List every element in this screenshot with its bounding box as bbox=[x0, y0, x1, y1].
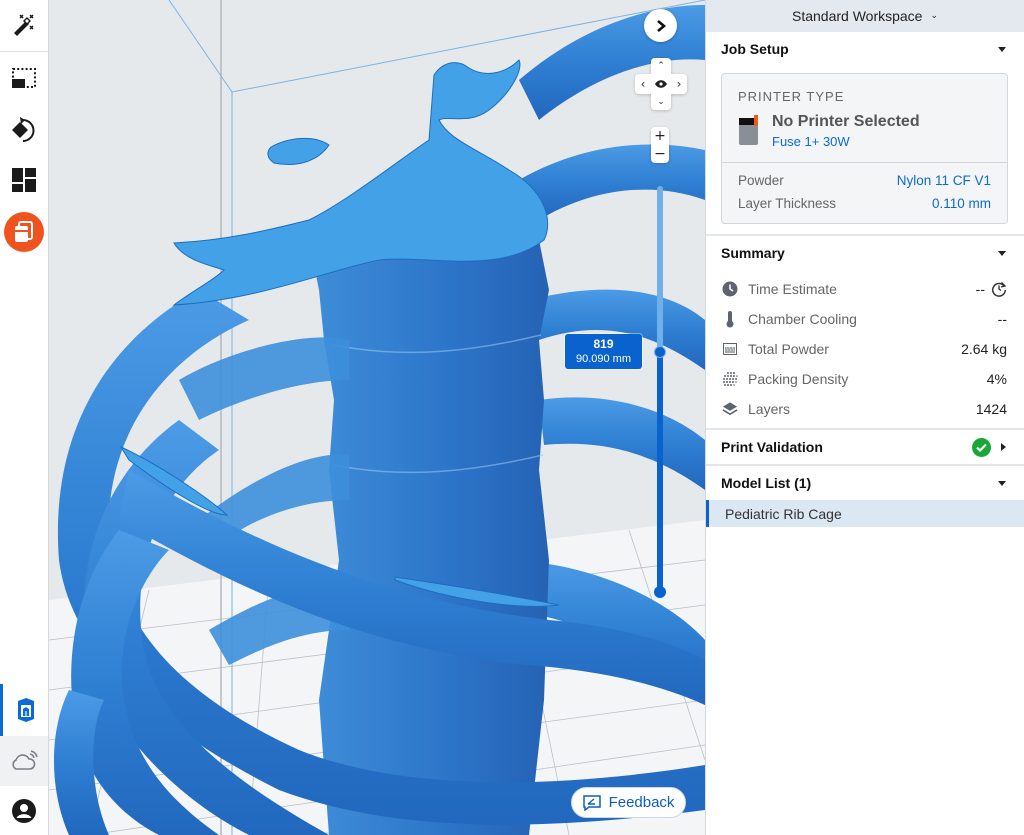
print-validation-title: Print Validation bbox=[721, 439, 823, 455]
caret-down-icon bbox=[998, 46, 1006, 52]
summary-row-packing-density: Packing Density 4% bbox=[706, 364, 1024, 394]
model-name: Pediatric Rib Cage bbox=[725, 505, 842, 522]
printer-type-label: PRINTER TYPE bbox=[738, 89, 845, 104]
layer-slider[interactable] bbox=[654, 186, 666, 600]
model-list-title: Model List (1) bbox=[721, 475, 812, 491]
powder-label: Powder bbox=[738, 173, 784, 188]
powder-row: Powder Nylon 11 CF V1 bbox=[738, 169, 991, 192]
layer-height: 90.090 mm bbox=[575, 353, 632, 365]
summary-value: -- bbox=[975, 281, 985, 297]
feedback-button[interactable]: Feedback bbox=[571, 787, 686, 818]
layer-slider-thumb[interactable] bbox=[654, 346, 666, 358]
feedback-label: Feedback bbox=[608, 794, 675, 811]
layer-slider-track-lower bbox=[657, 352, 663, 592]
zoom-in-button[interactable]: + bbox=[651, 127, 669, 145]
refresh-clock-icon[interactable] bbox=[991, 281, 1007, 297]
summary-label: Chamber Cooling bbox=[748, 311, 857, 327]
layers-icon bbox=[722, 402, 738, 416]
chevron-right-icon bbox=[656, 19, 666, 32]
caret-down-icon bbox=[998, 480, 1006, 486]
summary-label: Time Estimate bbox=[748, 281, 837, 297]
packing-dots-icon bbox=[723, 372, 738, 386]
layout-grid-icon bbox=[12, 168, 36, 192]
print-setup-tool[interactable] bbox=[0, 207, 48, 257]
selection-box-icon bbox=[12, 68, 36, 88]
print-setup-active-badge bbox=[4, 212, 44, 252]
dpad-left-button[interactable]: ‹ bbox=[636, 77, 650, 91]
select-box-tool[interactable] bbox=[0, 53, 48, 103]
printer-3d-icon bbox=[17, 698, 34, 722]
printer-model: Fuse 1+ 30W bbox=[772, 134, 850, 149]
printer-select[interactable]: PRINTER TYPE No Printer Selected Fuse 1+… bbox=[722, 74, 1007, 163]
printer-card: PRINTER TYPE No Printer Selected Fuse 1+… bbox=[721, 73, 1008, 224]
job-view-tool[interactable] bbox=[0, 684, 48, 736]
job-setup-title: Job Setup bbox=[721, 41, 789, 57]
powder-icon bbox=[723, 343, 737, 355]
model-list-item[interactable]: Pediatric Rib Cage bbox=[706, 500, 1024, 527]
build-volume-scene bbox=[49, 0, 705, 835]
clock-icon bbox=[722, 281, 738, 297]
summary-value: 4% bbox=[986, 371, 1007, 387]
account-tool[interactable] bbox=[0, 786, 48, 835]
summary-value: 1424 bbox=[975, 401, 1007, 417]
zoom-out-button[interactable]: − bbox=[651, 145, 669, 163]
summary-label: Packing Density bbox=[748, 371, 849, 387]
dpad-up-button[interactable]: ⌃ bbox=[654, 59, 668, 73]
summary-value: -- bbox=[997, 311, 1007, 327]
print-validation-header[interactable]: Print Validation bbox=[706, 430, 1024, 464]
chevron-down-icon: ⌄ bbox=[930, 11, 939, 21]
collapse-panel-button[interactable] bbox=[644, 9, 677, 42]
left-toolbar bbox=[0, 0, 49, 835]
magic-wand-icon bbox=[14, 14, 34, 36]
eye-icon bbox=[655, 80, 667, 88]
summary-row-chamber-cooling: Chamber Cooling -- bbox=[706, 304, 1024, 334]
toolbar-divider bbox=[0, 51, 48, 52]
layer-thickness-row: Layer Thickness 0.110 mm bbox=[738, 192, 991, 215]
summary-header[interactable]: Summary bbox=[706, 236, 1024, 270]
rotate-icon bbox=[12, 117, 35, 142]
user-account-icon bbox=[12, 798, 36, 823]
model-list-header[interactable]: Model List (1) bbox=[706, 466, 1024, 500]
view-reset-button[interactable] bbox=[654, 77, 668, 91]
powder-value[interactable]: Nylon 11 CF V1 bbox=[897, 169, 991, 192]
layer-slider-track-upper bbox=[657, 186, 663, 352]
workspace-name: Standard Workspace bbox=[791, 8, 923, 24]
printer-name: No Printer Selected bbox=[772, 113, 920, 130]
layout-tool[interactable] bbox=[0, 155, 48, 205]
job-setup-header[interactable]: Job Setup bbox=[706, 32, 1024, 66]
print-tool-icon bbox=[15, 221, 33, 242]
magic-wand-tool[interactable] bbox=[0, 0, 48, 50]
thermometer-icon bbox=[726, 311, 734, 328]
layer-thickness-value[interactable]: 0.110 mm bbox=[932, 192, 991, 215]
rotate-tool[interactable] bbox=[0, 105, 48, 155]
3d-viewport[interactable]: ⌃ ⌄ ‹ › + − 819 90.090 mm Feedback bbox=[49, 0, 705, 835]
validation-status-badge bbox=[972, 437, 991, 457]
cloud-icon bbox=[12, 750, 38, 770]
cloud-tool[interactable] bbox=[0, 736, 48, 786]
summary-label: Total Powder bbox=[748, 341, 829, 357]
summary-row-layers: Layers 1424 bbox=[706, 394, 1024, 424]
summary-label: Layers bbox=[748, 401, 791, 417]
summary-value: 2.64 kg bbox=[961, 341, 1007, 357]
layer-thickness-label: Layer Thickness bbox=[738, 196, 837, 211]
summary-title: Summary bbox=[721, 245, 785, 261]
printer-icon bbox=[739, 115, 758, 145]
layer-slider-bottom-handle[interactable] bbox=[654, 586, 666, 598]
summary-row-total-powder: Total Powder 2.64 kg bbox=[706, 334, 1024, 364]
summary-row-time-estimate: Time Estimate -- bbox=[706, 274, 1024, 304]
feedback-icon bbox=[582, 794, 601, 811]
dpad-right-button[interactable]: › bbox=[672, 77, 686, 91]
zoom-control: + − bbox=[651, 127, 669, 163]
caret-down-icon bbox=[998, 250, 1006, 256]
right-panel: Standard Workspace ⌄ Job Setup PRINTER T… bbox=[705, 0, 1024, 835]
layer-indicator: 819 90.090 mm bbox=[565, 334, 642, 369]
caret-right-icon bbox=[1001, 443, 1006, 451]
camera-dpad: ⌃ ⌄ ‹ › bbox=[635, 58, 687, 110]
workspace-selector[interactable]: Standard Workspace ⌄ bbox=[706, 0, 1024, 32]
layer-number: 819 bbox=[593, 337, 614, 351]
checkmark-icon bbox=[976, 443, 987, 452]
dpad-down-button[interactable]: ⌄ bbox=[654, 95, 668, 109]
